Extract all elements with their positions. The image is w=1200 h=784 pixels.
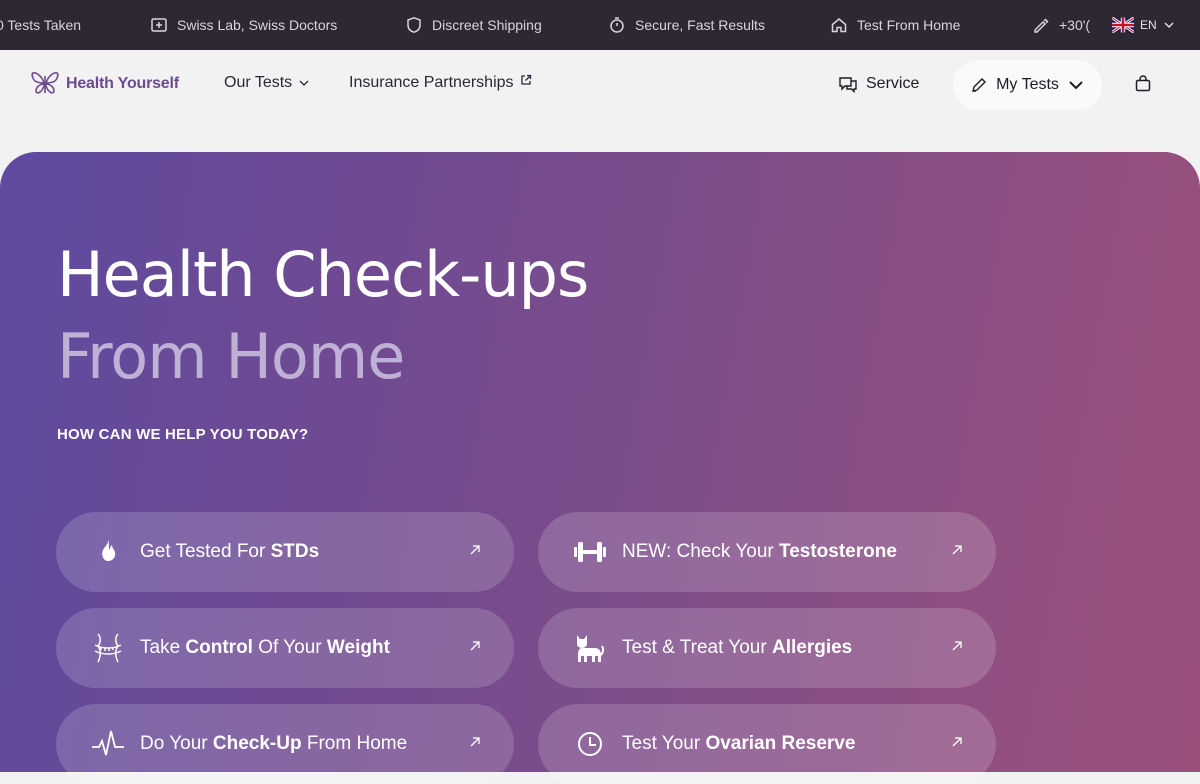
flame-icon [102, 539, 116, 561]
card-allergy-test[interactable]: Test & Treat Your Allergies [538, 608, 996, 688]
arrow-up-right-icon [470, 737, 480, 747]
card-checkup-from-home[interactable]: Do Your Check-Up From Home [56, 704, 514, 784]
chevron-down-icon [1164, 22, 1174, 28]
my-tests-button[interactable]: My Tests [953, 60, 1102, 110]
shopping-bag-icon[interactable] [1134, 75, 1152, 93]
dumbbell-icon [574, 542, 606, 562]
brand-name: Health Yourself [66, 75, 179, 92]
card-weight-control[interactable]: Take Control Of Your Weight [56, 608, 514, 688]
medical-plus-icon [151, 18, 167, 32]
ticker-item-discreet-shipping: Discreet Shipping [405, 0, 542, 50]
hero-title: Health Check-ups [57, 238, 589, 311]
arrow-up-right-icon [952, 737, 962, 747]
external-link-icon [520, 74, 531, 85]
butterfly-logo-icon [31, 72, 59, 94]
arrow-up-right-icon [470, 545, 480, 555]
arrow-up-right-icon [952, 545, 962, 555]
language-label: EN [1140, 18, 1157, 32]
brand-logo[interactable]: Health Yourself [30, 70, 179, 98]
heartbeat-icon [92, 730, 124, 756]
service-button[interactable]: Service [838, 74, 919, 94]
ticker-item-test-from-home: Test From Home [830, 0, 960, 50]
ticker-item-swiss-lab: Swiss Lab, Swiss Doctors [150, 0, 337, 50]
help-question: HOW CAN WE HELP YOU TODAY? [57, 426, 309, 443]
home-icon [831, 18, 847, 33]
hero-subtitle: From Home [57, 320, 405, 393]
chevron-down-icon [1069, 81, 1083, 90]
nav-our-tests[interactable]: Our Tests [224, 74, 310, 92]
ticker-item-fast-results: Secure, Fast Results [608, 0, 765, 50]
timer-icon [610, 17, 624, 33]
ticker-item-signature: +30'( [1032, 0, 1090, 50]
nav-insurance-partnerships[interactable]: Insurance Partnerships [349, 74, 532, 92]
measuring-tape-icon [94, 633, 122, 663]
ticker-item-tests-taken: 0 Tests Taken [0, 17, 82, 33]
signature-icon [1034, 18, 1049, 33]
uk-flag-icon [1112, 17, 1134, 33]
hero-section: Health Check-ups From Home HOW CAN WE HE… [0, 152, 1200, 784]
card-testosterone-test[interactable]: NEW: Check Your Testosterone [538, 512, 996, 592]
main-navigation: Health Yourself Our Tests Insurance Part… [0, 50, 1200, 122]
chat-bubbles-icon [839, 77, 857, 94]
card-std-test[interactable]: Get Tested For STDs [56, 512, 514, 592]
cat-icon [577, 635, 605, 662]
arrow-up-right-icon [952, 641, 962, 651]
language-selector[interactable]: EN [1112, 0, 1175, 50]
chevron-down-icon [299, 80, 309, 86]
arrow-up-right-icon [470, 641, 480, 651]
card-ovarian-reserve[interactable]: Test Your Ovarian Reserve [538, 704, 996, 784]
shield-icon [407, 17, 421, 33]
pen-icon [972, 78, 987, 92]
clock-icon [578, 732, 602, 756]
announcement-ticker: 0 Tests Taken Swiss Lab, Swiss Doctors D… [0, 0, 1200, 50]
